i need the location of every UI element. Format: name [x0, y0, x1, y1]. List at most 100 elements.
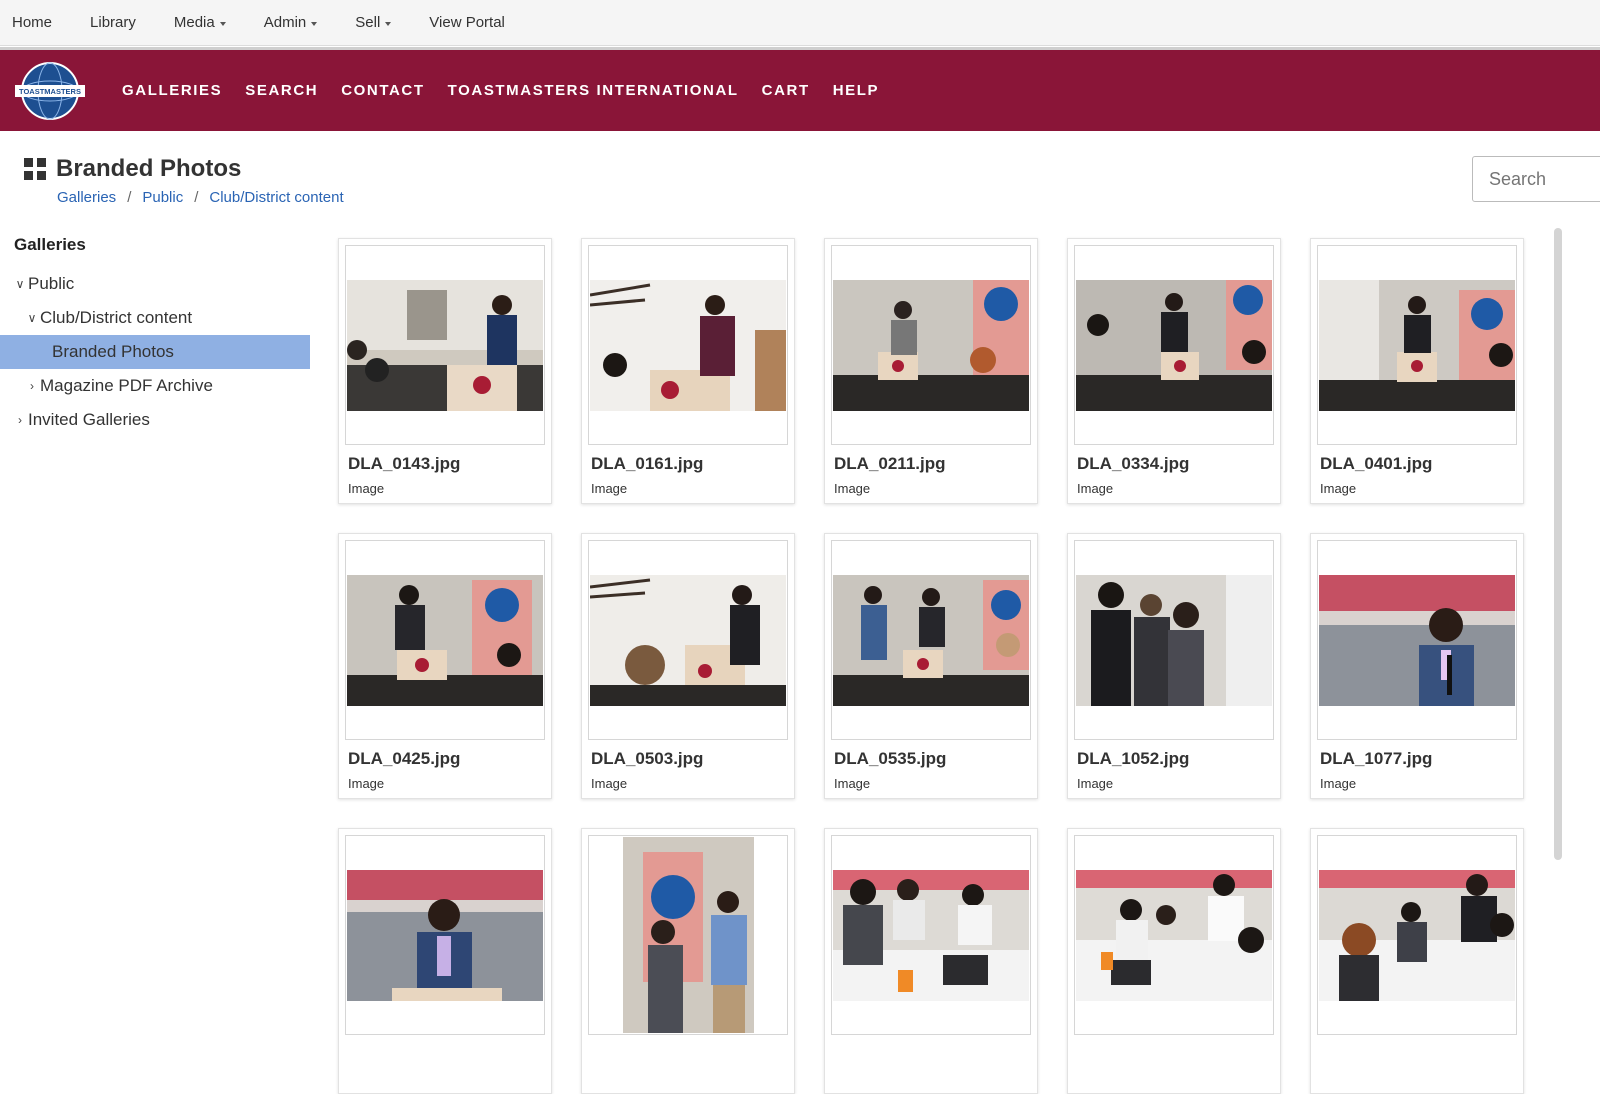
gallery-card[interactable] — [824, 828, 1038, 1094]
caret-down-icon — [219, 21, 226, 26]
card-type: Image — [591, 776, 628, 791]
breadcrumb-public[interactable]: Public — [142, 189, 183, 206]
admin-nav-label: Library — [90, 14, 136, 31]
nav-galleries[interactable]: GALLERIES — [122, 82, 222, 99]
breadcrumb: Galleries / Public / Club/District conte… — [57, 189, 344, 206]
thumbnail-frame — [1074, 245, 1274, 445]
chevron-down-icon: ∨ — [15, 277, 25, 291]
photo-thumbnail — [623, 837, 754, 1033]
gallery-card[interactable] — [1310, 828, 1524, 1094]
gallery-card[interactable]: DLA_0334.jpg Image — [1067, 238, 1281, 504]
card-filename: DLA_0211.jpg — [834, 454, 946, 473]
thumbnail-frame — [345, 835, 545, 1035]
caret-down-icon — [311, 21, 318, 26]
admin-nav-label: Media — [173, 14, 215, 31]
gallery-card[interactable] — [338, 828, 552, 1094]
gallery-card[interactable]: DLA_0425.jpg Image — [338, 533, 552, 799]
card-filename: DLA_0503.jpg — [591, 749, 704, 768]
card-type: Image — [1077, 481, 1114, 496]
thumbnail-frame — [588, 245, 788, 445]
nav-cart[interactable]: CART — [762, 82, 810, 99]
admin-nav-label: View Portal — [429, 14, 505, 31]
breadcrumb-club-district[interactable]: Club/District content — [209, 189, 343, 206]
admin-nav-library[interactable]: Library — [90, 14, 136, 31]
gallery-card[interactable] — [1067, 828, 1281, 1094]
nav-toastmasters-international[interactable]: TOASTMASTERS INTERNATIONAL — [448, 82, 739, 99]
page-title: Branded Photos — [56, 155, 242, 182]
search-input[interactable] — [1472, 156, 1600, 202]
thumbnail-frame — [831, 835, 1031, 1035]
card-type: Image — [348, 481, 385, 496]
page-scrollbar[interactable] — [1554, 228, 1562, 860]
gallery-card[interactable]: DLA_0401.jpg Image — [1310, 238, 1524, 504]
toastmasters-logo[interactable]: TOASTMASTERS — [14, 61, 86, 121]
gallery-card[interactable]: DLA_0211.jpg Image — [824, 238, 1038, 504]
tree-item-invited-galleries[interactable]: › Invited Galleries — [0, 403, 310, 437]
admin-nav-media[interactable]: Media — [174, 14, 226, 31]
card-type: Image — [834, 481, 871, 496]
nav-contact[interactable]: CONTACT — [341, 82, 424, 99]
admin-nav-label: Admin — [263, 14, 307, 31]
gallery-card[interactable]: DLA_0161.jpg Image — [581, 238, 795, 504]
admin-nav-admin[interactable]: Admin — [264, 14, 318, 31]
thumbnail-frame — [588, 835, 788, 1035]
chevron-right-icon: › — [18, 413, 22, 427]
sidebar-heading: Galleries — [14, 235, 86, 254]
brand-nav-bar: TOASTMASTERS GALLERIES SEARCH CONTACT TO… — [0, 47, 1600, 131]
tree-item-club-district[interactable]: ∨ Club/District content — [0, 301, 310, 335]
admin-nav-label: Sell — [355, 14, 381, 31]
breadcrumb-galleries[interactable]: Galleries — [57, 189, 116, 206]
photo-thumbnail — [347, 575, 543, 706]
card-filename: DLA_0161.jpg — [591, 454, 704, 473]
photo-thumbnail — [1076, 280, 1272, 411]
tree-item-branded-photos[interactable]: Branded Photos — [0, 335, 310, 369]
photo-thumbnail — [833, 870, 1029, 1001]
tree-item-label: Invited Galleries — [28, 410, 150, 429]
photo-thumbnail — [1319, 280, 1515, 411]
breadcrumb-separator: / — [194, 189, 199, 206]
chevron-down-icon: ∨ — [27, 311, 37, 325]
gallery-card[interactable]: DLA_0143.jpg Image — [338, 238, 552, 504]
tree-item-label: Branded Photos — [52, 342, 174, 361]
grid-view-icon — [24, 158, 46, 180]
admin-bar: Home Library Media Admin Sell View Porta… — [0, 0, 1600, 46]
card-filename: DLA_0425.jpg — [348, 749, 461, 768]
thumbnail-frame — [1317, 540, 1517, 740]
card-filename: DLA_0401.jpg — [1320, 454, 1433, 473]
card-type: Image — [348, 776, 385, 791]
tree-item-public[interactable]: ∨ Public — [0, 267, 310, 301]
tree-item-magazine-pdf[interactable]: › Magazine PDF Archive — [0, 369, 310, 403]
photo-thumbnail — [833, 575, 1029, 706]
photo-thumbnail — [1319, 575, 1515, 706]
tree-item-label: Public — [28, 274, 75, 293]
card-type: Image — [1320, 481, 1357, 496]
gallery-card[interactable] — [581, 828, 795, 1094]
title-row: Branded Photos — [24, 155, 344, 183]
gallery-card[interactable]: DLA_0503.jpg Image — [581, 533, 795, 799]
photo-thumbnail — [347, 870, 543, 1001]
card-filename: DLA_0334.jpg — [1077, 454, 1190, 473]
photo-thumbnail — [347, 280, 543, 411]
admin-nav-sell[interactable]: Sell — [355, 14, 392, 31]
photo-thumbnail — [590, 280, 786, 411]
admin-nav-home[interactable]: Home — [12, 14, 52, 31]
gallery-card[interactable]: DLA_1052.jpg Image — [1067, 533, 1281, 799]
page-header: Branded Photos Galleries / Public / Club… — [24, 155, 344, 206]
thumbnail-frame — [1074, 540, 1274, 740]
logo-text: TOASTMASTERS — [19, 87, 81, 96]
admin-nav-view-portal[interactable]: View Portal — [429, 14, 505, 31]
chevron-right-icon: › — [30, 379, 34, 393]
thumbnail-frame — [1317, 835, 1517, 1035]
photo-thumbnail — [833, 280, 1029, 411]
thumbnail-frame — [345, 540, 545, 740]
gallery-card[interactable]: DLA_0535.jpg Image — [824, 533, 1038, 799]
card-filename: DLA_1052.jpg — [1077, 749, 1190, 768]
photo-thumbnail — [590, 575, 786, 706]
nav-search[interactable]: SEARCH — [245, 82, 318, 99]
caret-down-icon — [385, 21, 392, 26]
thumbnail-frame — [1074, 835, 1274, 1035]
nav-help[interactable]: HELP — [833, 82, 879, 99]
thumbnail-frame — [831, 540, 1031, 740]
gallery-card[interactable]: DLA_1077.jpg Image — [1310, 533, 1524, 799]
thumbnail-frame — [345, 245, 545, 445]
